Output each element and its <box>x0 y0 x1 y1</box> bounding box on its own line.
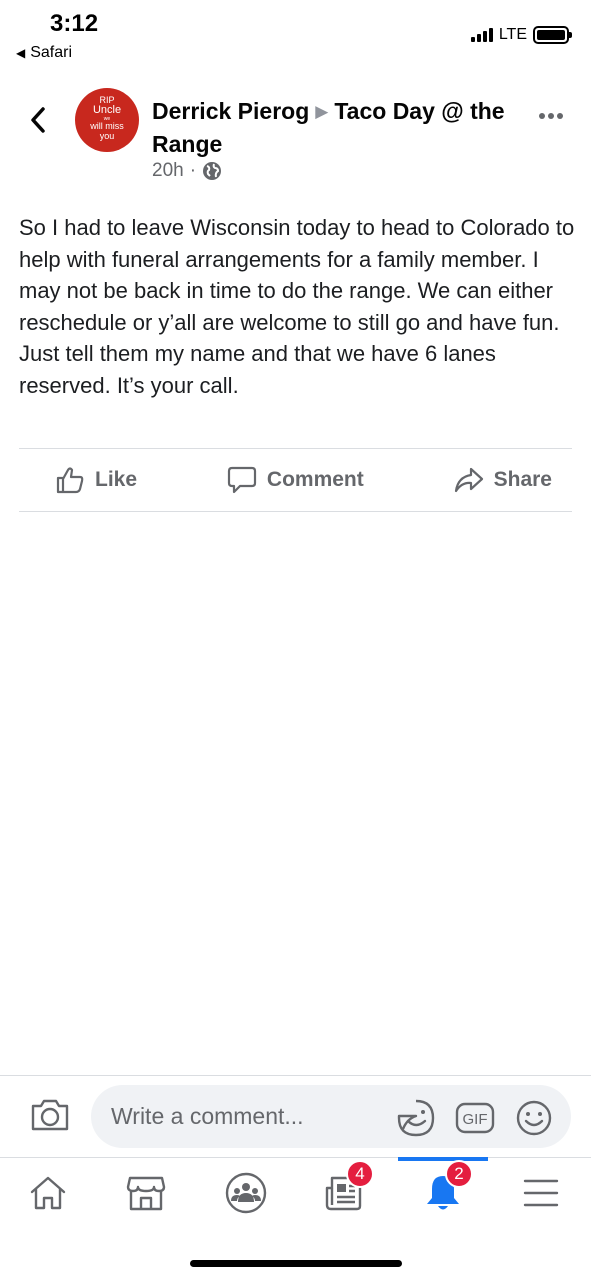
bottom-nav: 4 2 <box>0 1157 591 1232</box>
arrow-right-icon: ▶ <box>315 102 329 121</box>
comment-button[interactable]: Comment <box>227 465 364 495</box>
share-button[interactable]: Share <box>454 466 552 494</box>
comment-label: Comment <box>266 468 364 491</box>
nav-notifications[interactable]: 2 <box>413 1160 473 1218</box>
status-indicators: LTE <box>470 26 572 44</box>
back-app-label: Safari <box>30 44 73 61</box>
globe-icon <box>203 162 222 180</box>
like-button[interactable]: Like <box>55 466 137 494</box>
divider <box>19 448 572 449</box>
share-arrow-icon <box>454 467 483 493</box>
emoji-smile-icon[interactable] <box>515 1099 553 1137</box>
gif-icon[interactable]: GIF <box>455 1101 495 1135</box>
news-feed-badge: 4 <box>346 1160 374 1188</box>
camera-icon <box>31 1099 69 1131</box>
home-indicator[interactable] <box>190 1260 402 1267</box>
nav-news-feed[interactable]: 4 <box>314 1160 374 1218</box>
camera-button[interactable] <box>30 1098 70 1137</box>
post-header-title: Derrick Pierog ▶ Taco Day @ the Range <box>152 95 512 160</box>
more-dot-icon <box>539 113 545 119</box>
sticker-icon[interactable] <box>397 1099 435 1137</box>
divider <box>19 511 572 512</box>
nav-home[interactable] <box>18 1168 78 1218</box>
chevron-left-icon <box>31 107 45 133</box>
author-name[interactable]: Derrick Pierog <box>152 98 309 124</box>
signal-bars-icon <box>470 28 493 42</box>
battery-icon <box>533 26 572 44</box>
comment-bar: Write a comment... GIF <box>0 1075 591 1157</box>
gif-label: GIF <box>463 1111 488 1128</box>
network-label: LTE <box>498 26 527 43</box>
marketplace-icon <box>126 1176 166 1211</box>
post-text: So I had to leave Wisconsin today to hea… <box>19 215 575 398</box>
status-time: 3:12 <box>50 10 99 37</box>
meta-separator: · <box>189 160 197 181</box>
active-tab-indicator <box>398 1157 488 1161</box>
like-label: Like <box>95 468 138 491</box>
avatar-text-5: you <box>99 130 115 141</box>
menu-icon <box>523 1179 559 1207</box>
back-button[interactable] <box>24 102 52 138</box>
thumbs-up-icon <box>56 467 84 494</box>
comment-bubble-icon <box>227 466 257 494</box>
comment-placeholder: Write a comment... <box>111 1103 304 1129</box>
nav-groups[interactable] <box>216 1168 276 1218</box>
nav-menu[interactable] <box>511 1168 571 1218</box>
share-label: Share <box>493 468 552 491</box>
post-actions: Like Comment Share <box>19 450 572 510</box>
notifications-badge: 2 <box>445 1160 473 1188</box>
back-to-safari-link[interactable]: ◀ Safari <box>16 44 72 62</box>
triangle-left-icon: ◀ <box>16 46 26 60</box>
post-time[interactable]: 20h <box>152 160 184 182</box>
groups-icon <box>225 1172 267 1214</box>
more-dot-icon <box>557 113 563 119</box>
avatar[interactable]: RIP Uncle we will miss you <box>75 88 139 152</box>
more-dot-icon <box>548 113 554 119</box>
post-meta: 20h · <box>152 160 222 182</box>
comment-input[interactable]: Write a comment... GIF <box>91 1085 571 1148</box>
home-icon <box>30 1176 66 1210</box>
more-options-button[interactable] <box>539 113 563 119</box>
nav-marketplace[interactable] <box>116 1168 176 1218</box>
